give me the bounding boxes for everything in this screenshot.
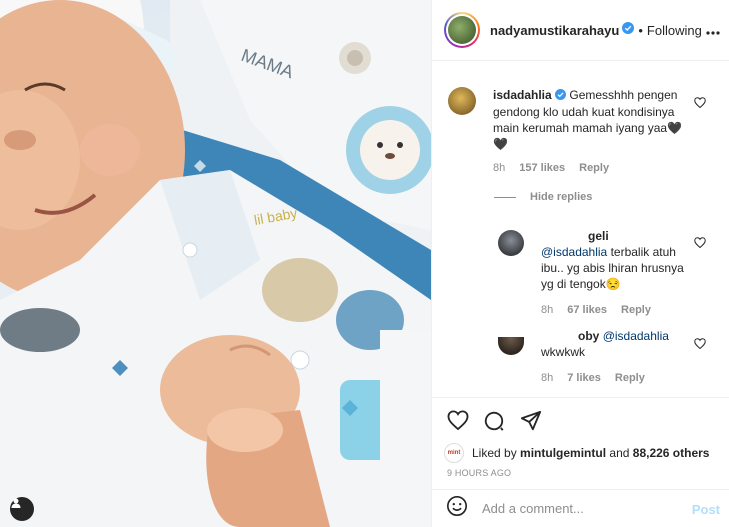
- reply-mention[interactable]: @isdadahlia: [603, 329, 669, 343]
- post-button[interactable]: Post: [692, 502, 720, 517]
- reply-heart-icon[interactable]: [694, 336, 706, 354]
- reply-likes[interactable]: 67 likes: [567, 304, 607, 316]
- reply-text: wkwkwk: [541, 345, 585, 359]
- author-avatar[interactable]: [444, 12, 480, 48]
- comment-input[interactable]: [482, 501, 682, 516]
- verified-icon: [622, 21, 635, 39]
- reply-avatar[interactable]: [498, 230, 524, 256]
- emoji-icon[interactable]: [446, 495, 468, 522]
- post-timestamp[interactable]: 9 HOURS AGO: [447, 468, 511, 478]
- reply-time[interactable]: 8h: [541, 304, 553, 316]
- comment-meta: 8h 157 likes Reply: [493, 162, 609, 174]
- post-details-panel: nadyamustikarahayu • Following isdadahli…: [431, 0, 729, 527]
- comment-username[interactable]: isdadahlia: [493, 88, 552, 102]
- reply-username[interactable]: oby: [578, 329, 599, 343]
- post-actions: [432, 397, 729, 443]
- reply-body: oby @isdadahlia wkwkwk: [541, 328, 693, 360]
- reply-username[interactable]: geli: [588, 229, 609, 243]
- reply-avatar[interactable]: [498, 337, 524, 355]
- hide-replies-button[interactable]: Hide replies: [494, 191, 592, 203]
- comment-icon[interactable]: [483, 410, 505, 437]
- comment-likes[interactable]: 157 likes: [519, 162, 565, 174]
- heart-icon[interactable]: [447, 410, 469, 435]
- header-separator: •: [638, 22, 643, 38]
- likes-summary: mint Liked by mintulgemintul and 88,226 …: [444, 443, 709, 463]
- commenter-avatar[interactable]: [448, 87, 476, 115]
- liked-by-prefix: Liked by: [472, 446, 517, 460]
- reply-heart-icon[interactable]: [694, 235, 706, 253]
- reply-meta: 8h 67 likes Reply: [541, 304, 651, 316]
- comments-section: isdadahlia Gemesshhh pengen gendong klo …: [432, 62, 729, 397]
- user-tag-icon[interactable]: [10, 497, 34, 521]
- share-icon[interactable]: [520, 410, 542, 437]
- reply-time[interactable]: 8h: [541, 372, 553, 384]
- comment-heart-icon[interactable]: [694, 95, 706, 113]
- reply-body: geli @isdadahlia terbalik atuh ibu.. yg …: [541, 228, 693, 292]
- verified-icon: [555, 88, 567, 104]
- baby-photo-illustration: MAMA lil baby: [0, 0, 431, 527]
- liker-avatar[interactable]: mint: [444, 443, 464, 463]
- likes-count[interactable]: 88,226 others: [633, 446, 710, 460]
- author-username[interactable]: nadyamustikarahayu: [490, 23, 619, 38]
- reply-button[interactable]: Reply: [621, 304, 651, 316]
- comment-time[interactable]: 8h: [493, 162, 505, 174]
- add-comment-bar: Post: [432, 489, 729, 527]
- reply-meta: 8h 7 likes Reply: [541, 372, 645, 384]
- following-button[interactable]: Following: [647, 23, 702, 38]
- post-photo[interactable]: MAMA lil baby: [0, 0, 431, 527]
- liker-username[interactable]: mintulgemintul: [520, 446, 606, 460]
- post-header: nadyamustikarahayu • Following: [432, 0, 729, 61]
- reply-button[interactable]: Reply: [579, 162, 609, 174]
- comment-body: isdadahlia Gemesshhh pengen gendong klo …: [493, 87, 693, 152]
- reply-button[interactable]: Reply: [615, 372, 645, 384]
- reply-mention[interactable]: @isdadahlia: [541, 245, 607, 259]
- more-options-icon[interactable]: [706, 22, 720, 40]
- liked-by-joiner: and: [609, 446, 630, 460]
- reply-likes[interactable]: 7 likes: [567, 372, 601, 384]
